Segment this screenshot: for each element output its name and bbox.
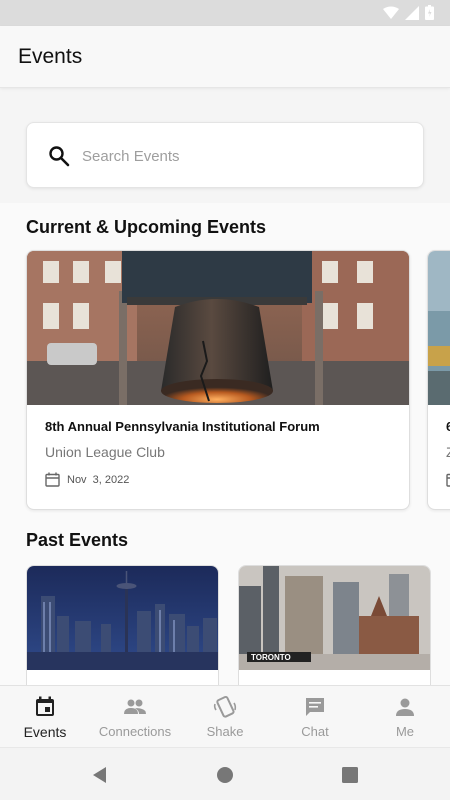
past-event-card[interactable]: TORONTO	[238, 565, 431, 685]
back-icon[interactable]	[90, 765, 110, 785]
event-title: 6	[446, 419, 450, 434]
search-icon	[49, 146, 70, 167]
past-event-card[interactable]	[26, 565, 219, 685]
nav-shake[interactable]: Shake	[180, 686, 270, 747]
event-card[interactable]: 8th Annual Pennsylvania Institutional Fo…	[26, 250, 410, 510]
person-icon	[396, 698, 414, 716]
recents-icon[interactable]	[340, 765, 360, 785]
page-title: Events	[18, 45, 83, 68]
status-bar	[0, 0, 450, 26]
toronto-city-image: TORONTO	[239, 566, 430, 670]
app-bar: Events	[0, 26, 450, 88]
event-date-row: Nov 3, 2022	[45, 472, 129, 487]
nav-chat[interactable]: Chat	[270, 686, 360, 747]
nav-label: Shake	[206, 724, 244, 739]
nav-me[interactable]: Me	[360, 686, 450, 747]
search-input[interactable]: Search Events	[82, 148, 180, 165]
nav-events[interactable]: Events	[0, 686, 90, 747]
events-list[interactable]: Current & Upcoming Events 8th Annual Pen…	[0, 203, 450, 685]
search-bar[interactable]: Search Events	[26, 122, 424, 188]
section-title-past: Past Events	[26, 530, 129, 550]
home-icon[interactable]	[215, 765, 235, 785]
calendar-icon	[446, 473, 450, 487]
nav-label: Me	[395, 724, 415, 739]
event-card[interactable]: 6 Z	[427, 250, 450, 510]
liberty-bell-image	[27, 251, 409, 405]
nav-label: Events	[23, 724, 67, 740]
people-icon	[124, 699, 146, 714]
chat-bubble-icon	[306, 698, 324, 716]
event-title: 8th Annual Pennsylvania Institutional Fo…	[45, 419, 320, 434]
battery-icon	[425, 5, 434, 20]
event-venue: Z	[446, 444, 450, 460]
event-image	[428, 251, 450, 405]
nav-connections[interactable]: Connections	[90, 686, 180, 747]
event-date-row	[446, 472, 450, 487]
event-date: Nov 3, 2022	[67, 473, 130, 486]
wifi-icon	[383, 6, 399, 19]
event-venue: Union League Club	[45, 444, 165, 460]
calendar-icon	[36, 696, 54, 716]
bottom-nav: Events Connections Shake Chat Me	[0, 685, 450, 747]
section-title-current: Current & Upcoming Events	[26, 217, 267, 237]
calendar-icon	[45, 472, 60, 487]
system-nav-bar	[0, 747, 450, 800]
nav-label: Connections	[98, 724, 172, 739]
shake-phone-icon	[213, 695, 237, 718]
signal-icon	[405, 5, 419, 20]
nav-label: Chat	[301, 724, 329, 739]
toronto-sign: TORONTO	[251, 653, 291, 662]
seattle-skyline-image	[27, 566, 218, 670]
